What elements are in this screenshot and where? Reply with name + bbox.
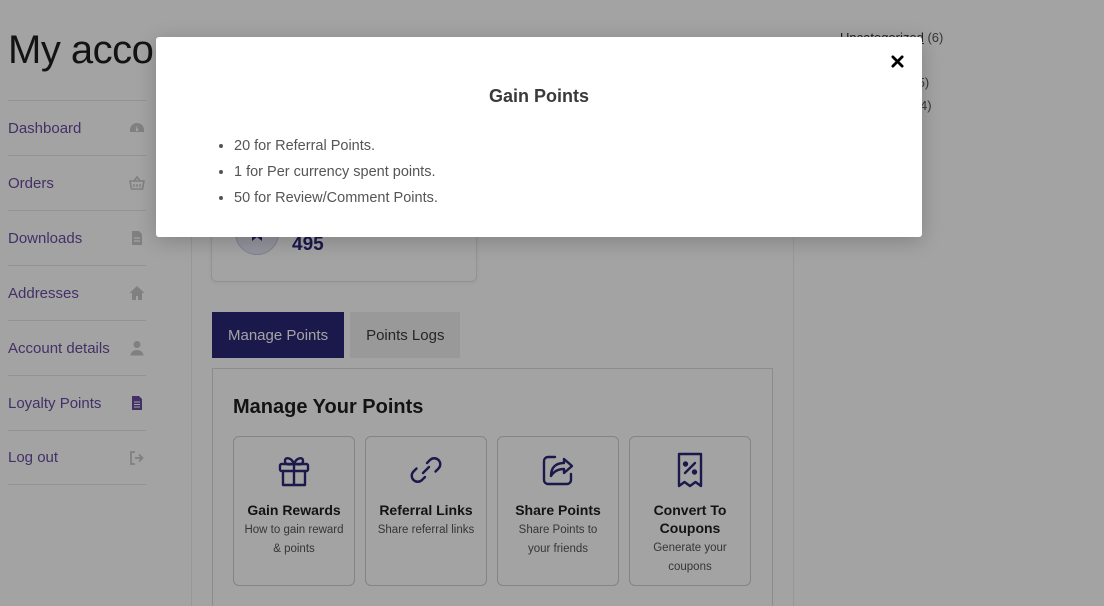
gain-points-list: 20 for Referral Points. 1 for Per curren… — [234, 133, 438, 211]
list-item: 20 for Referral Points. — [234, 133, 438, 159]
list-item: 1 for Per currency spent points. — [234, 159, 438, 185]
list-item: 50 for Review/Comment Points. — [234, 185, 438, 211]
close-icon — [890, 54, 904, 68]
gain-points-modal: Gain Points 20 for Referral Points. 1 fo… — [156, 37, 922, 237]
modal-title: Gain Points — [488, 86, 589, 106]
modal-close-button[interactable] — [888, 52, 906, 70]
